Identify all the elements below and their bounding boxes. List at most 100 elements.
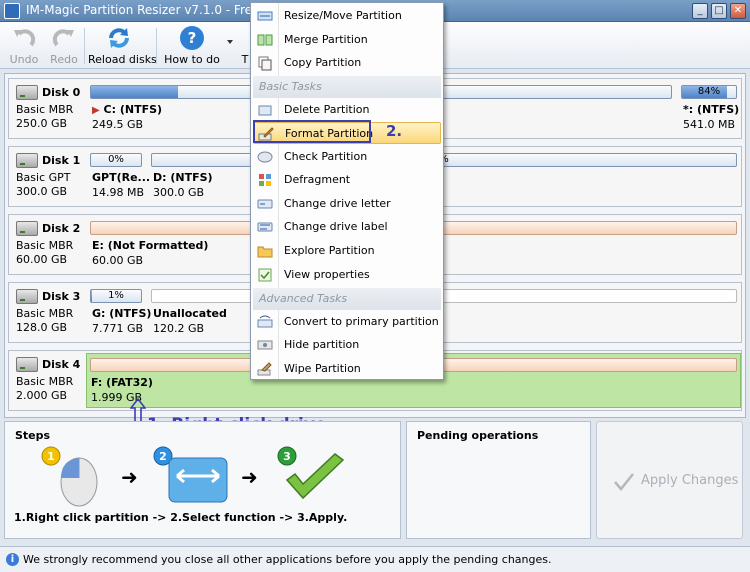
context-menu: Resize/Move Partition Merge Partition Co… [250, 2, 444, 380]
menu-section-advanced: Advanced Tasks [253, 288, 441, 310]
pending-title: Pending operations [417, 429, 539, 442]
merge-icon [257, 34, 273, 46]
info-icon: i [6, 553, 19, 566]
partition-size: 300.0 GB [153, 186, 205, 199]
undo-button[interactable]: Undo [8, 25, 40, 66]
hard-disk-icon [16, 221, 38, 236]
mouse-icon: 1 [41, 446, 98, 507]
how-to-do-button[interactable]: ? How to do [162, 25, 222, 66]
menu-item-change-letter[interactable]: Change drive letter [253, 193, 441, 215]
partition-label: E: (Not Formatted) [92, 239, 209, 252]
partition-label: F: (FAT32) [91, 376, 153, 389]
toolbar-separator [156, 28, 157, 64]
maximize-button[interactable]: □ [711, 3, 727, 19]
hard-disk-icon [16, 357, 38, 372]
partition-size: 60.00 GB [92, 254, 144, 267]
partition-star[interactable]: 84% *: (NTFS) 541.0 MB [679, 81, 741, 136]
apply-checkmark-icon: 3 [277, 446, 345, 500]
svg-text:2: 2 [159, 450, 167, 463]
partition-label: *: (NTFS) [683, 103, 740, 116]
usage-bar-fill [91, 86, 178, 98]
menu-item-convert-primary[interactable]: Convert to primary partition [253, 311, 441, 333]
hide-icon [257, 340, 273, 350]
partition-label: C: (NTFS) [103, 103, 163, 116]
close-button[interactable]: ✕ [730, 3, 746, 19]
menu-item-properties[interactable]: View properties [253, 264, 441, 286]
usage-bar: 84% [681, 85, 737, 99]
select-function-icon: 2 [153, 446, 228, 503]
convert-icon [257, 315, 273, 328]
partition-label: GPT(Re... [92, 171, 151, 184]
partition-size: 249.5 GB [92, 118, 144, 131]
usage-bar: % [151, 153, 737, 167]
resize-icon [257, 11, 273, 21]
drive-label-icon [257, 222, 273, 232]
reload-icon [106, 25, 132, 51]
unallocated-bar [151, 289, 737, 303]
system-flag-icon: ▶ [92, 105, 100, 116]
menu-item-hide[interactable]: Hide partition [253, 334, 441, 356]
partition-label: D: (NTFS) [153, 171, 213, 184]
disk-info: Disk 3 Basic MBR 128.0 GB [16, 289, 81, 334]
format-highlight-box [253, 120, 371, 143]
menu-item-change-label[interactable]: Change drive label [253, 216, 441, 238]
disk-info: Disk 4 Basic MBR 2.000 GB [16, 357, 81, 402]
partition-size: 7.771 GB [92, 322, 144, 335]
toolbar-separator [84, 28, 85, 64]
redo-icon [51, 25, 77, 51]
partition-label: G: (NTFS) [92, 307, 152, 320]
svg-text:3: 3 [283, 450, 291, 463]
partition-gpt-reserved[interactable]: 0% GPT(Re... 14.98 MB [88, 149, 150, 204]
reload-disks-button[interactable]: Reload disks [88, 25, 157, 66]
drive-letter-icon [257, 199, 273, 209]
apply-changes-label: Apply Changes [641, 473, 739, 488]
menu-item-check[interactable]: Check Partition [253, 146, 441, 168]
steps-caption: 1.Right click partition -> 2.Select func… [14, 511, 348, 524]
disk-info: Disk 0 Basic MBR 250.0 GB [16, 85, 81, 130]
menu-section-basic: Basic Tasks [253, 76, 441, 98]
usage-bar: 0% [90, 153, 142, 167]
partition-size: 541.0 MB [683, 118, 736, 131]
folder-icon [257, 246, 273, 258]
arrow-icon: ➜ [121, 465, 138, 489]
menu-item-explore[interactable]: Explore Partition [253, 240, 441, 262]
minimize-button[interactable]: _ [692, 3, 708, 19]
check-disk-icon [257, 151, 273, 163]
pending-operations-panel: Pending operations [406, 421, 591, 539]
menu-item-defragment[interactable]: Defragment [253, 169, 441, 191]
steps-panel: Steps 1 ➜ 2 ➜ 3 1.Right click partition … [4, 421, 401, 539]
wipe-icon [257, 362, 272, 376]
menu-item-resize-move[interactable]: Resize/Move Partition [253, 5, 441, 27]
hard-disk-icon [16, 85, 38, 100]
defragment-icon [259, 174, 271, 186]
undo-icon [11, 25, 37, 51]
disk-info: Disk 1 Basic GPT 300.0 GB [16, 153, 81, 198]
delete-icon [258, 105, 272, 116]
steps-title: Steps [15, 429, 51, 442]
menu-item-copy[interactable]: Copy Partition [253, 52, 441, 74]
hard-disk-icon [16, 289, 38, 304]
status-message: We strongly recommend you close all othe… [23, 553, 552, 566]
svg-text:1: 1 [47, 450, 55, 463]
svg-text:?: ? [188, 29, 197, 47]
arrow-icon: ➜ [241, 465, 258, 489]
copy-icon [258, 56, 272, 71]
partition-g[interactable]: 1% G: (NTFS) 7.771 GB [88, 285, 151, 340]
redo-button[interactable]: Redo [48, 25, 80, 66]
annotation-step-2: 2. [386, 122, 403, 140]
menu-item-merge[interactable]: Merge Partition [253, 29, 441, 51]
unallocated-space[interactable]: Unallocated 120.2 GB [149, 285, 741, 340]
usage-bar: 1% [90, 289, 142, 303]
partition-size: 120.2 GB [153, 322, 205, 335]
disk-info: Disk 2 Basic MBR 60.00 GB [16, 221, 81, 266]
menu-item-delete[interactable]: Delete Partition [253, 99, 441, 121]
menu-item-wipe[interactable]: Wipe Partition [253, 358, 441, 380]
how-to-do-dropdown-icon[interactable] [227, 40, 233, 44]
properties-icon [258, 268, 272, 282]
hard-disk-icon [16, 153, 38, 168]
partition-d[interactable]: % D: (NTFS) 300.0 GB [149, 149, 741, 204]
apply-changes-button[interactable]: Apply Changes [596, 421, 743, 539]
partition-size: 14.98 MB [92, 186, 145, 199]
partition-label: Unallocated [153, 307, 227, 320]
help-icon: ? [179, 25, 205, 51]
